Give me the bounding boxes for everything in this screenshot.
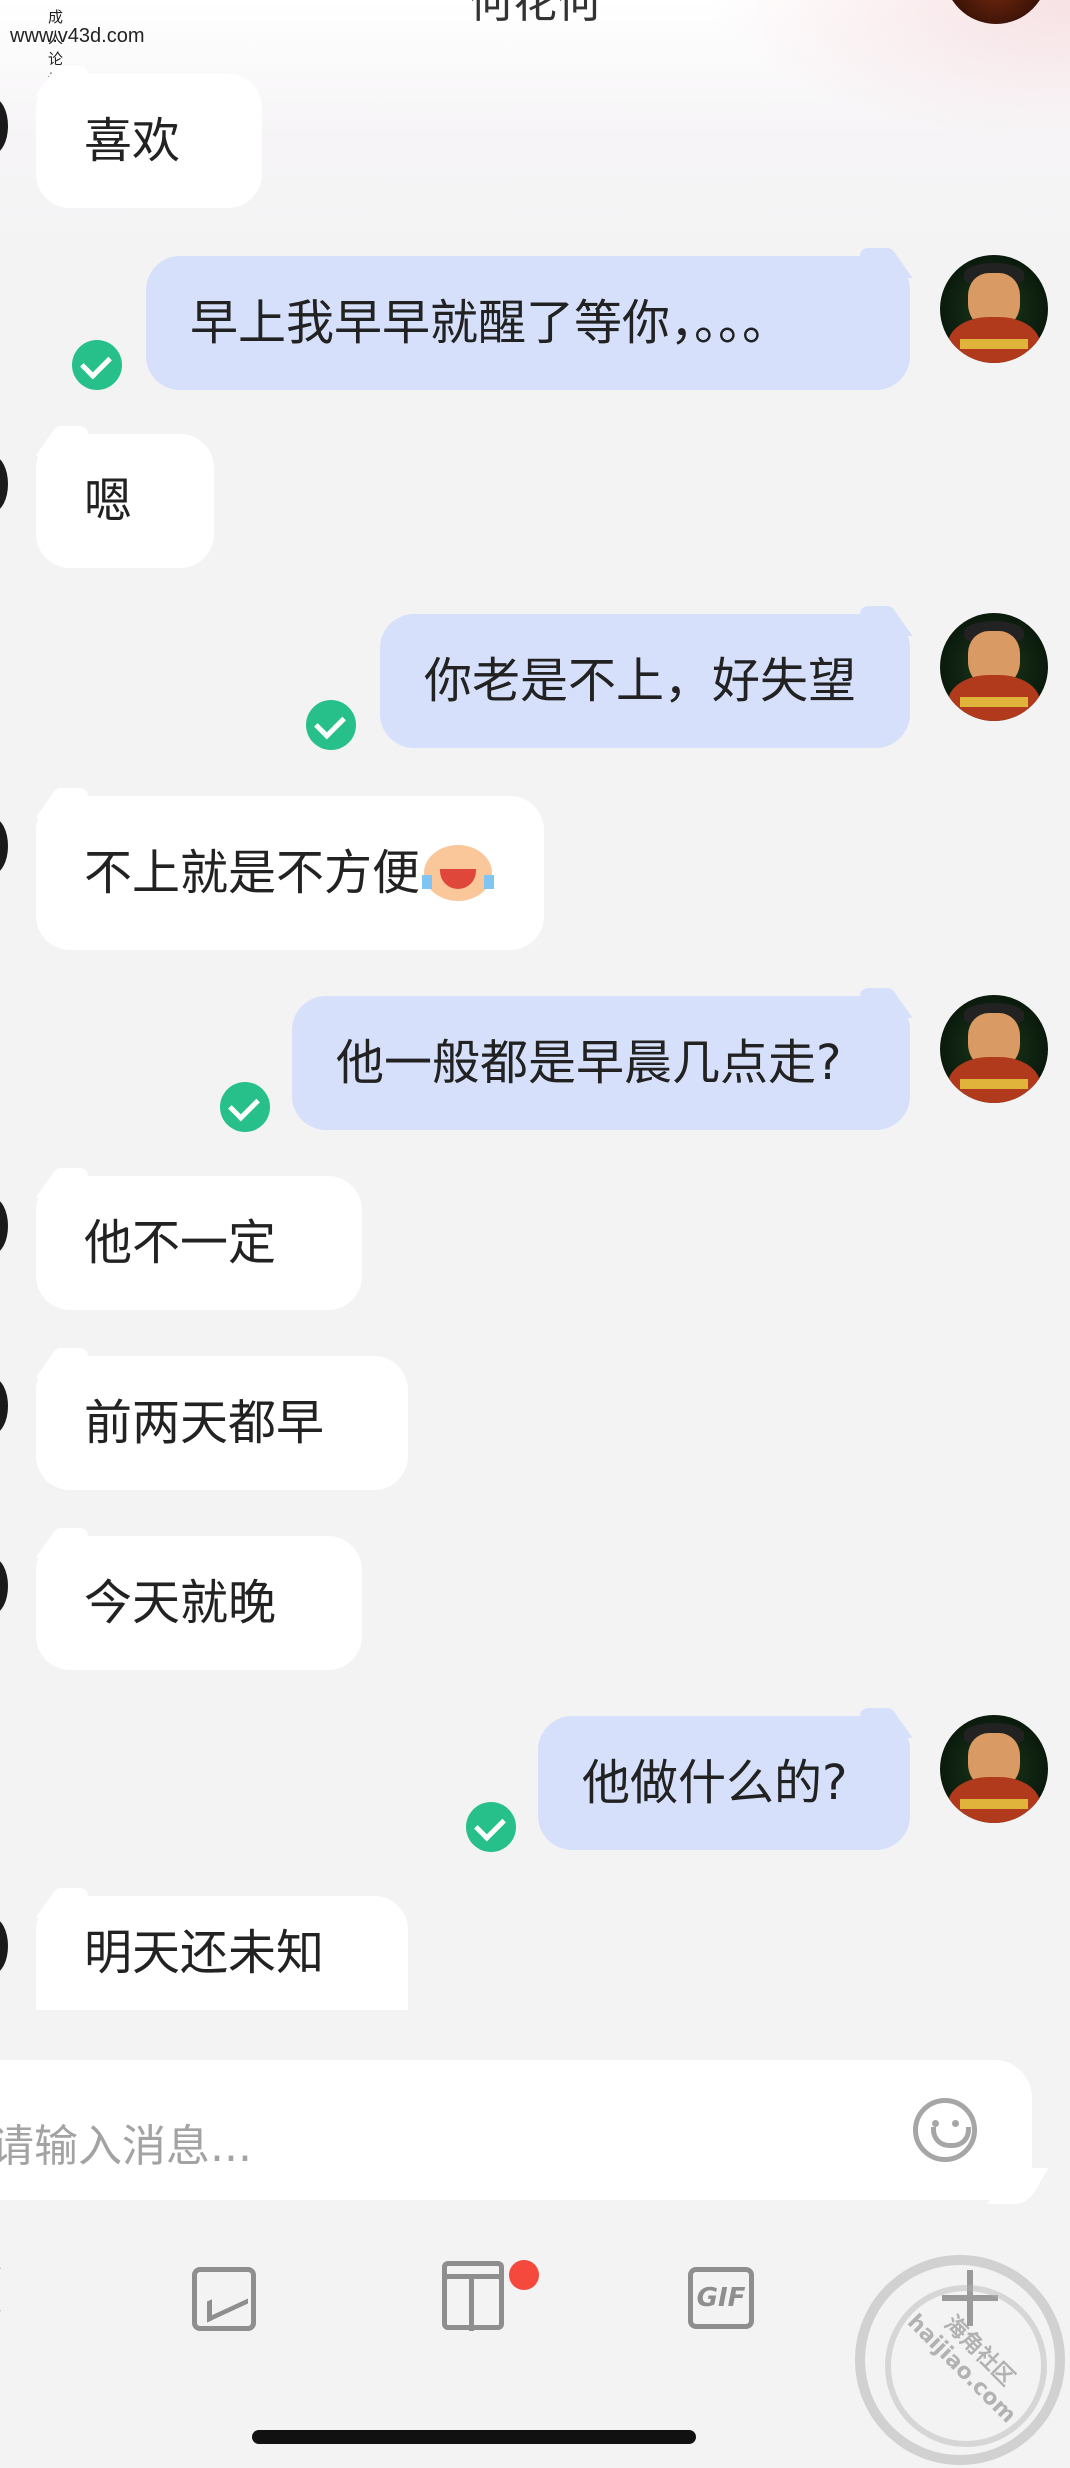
message-text: 嗯 [84, 473, 133, 529]
my-avatar[interactable] [940, 1715, 1048, 1823]
message-text: 你老是不上，好失望 [424, 653, 857, 709]
watermark-stamp-text: 海角社区 haijiao.com [901, 2309, 1021, 2429]
my-avatar[interactable] [940, 995, 1048, 1103]
message-bubble-incoming[interactable]: 不上就是不方便 [36, 796, 544, 950]
message-input[interactable]: 请输入消息... [0, 2060, 1032, 2200]
my-avatar[interactable] [940, 613, 1048, 721]
message-bubble-outgoing[interactable]: 他做什么的? [538, 1716, 910, 1850]
message-bubble-incoming[interactable]: 明天还未知 [36, 1896, 408, 2010]
message-text: 明天还未知 [84, 1925, 325, 1981]
message-input-placeholder: 请输入消息... [0, 2121, 252, 2172]
gift-icon[interactable] [442, 2261, 504, 2331]
laugh-cry-emoji-icon [422, 845, 495, 901]
gif-icon[interactable]: GIF [688, 2267, 754, 2329]
message-bubble-outgoing[interactable]: 早上我早早就醒了等你，。。。 [146, 256, 910, 390]
message-bubble-outgoing[interactable]: 他一般都是早晨几点走? [292, 996, 910, 1130]
emoji-picker-icon[interactable] [913, 2098, 977, 2162]
chat-title: 何花何 [469, 0, 601, 28]
contact-avatar-edge [0, 818, 8, 874]
watermark-stamp: 海角社区 haijiao.com [855, 2255, 1065, 2465]
message-text: 他不一定 [84, 1215, 277, 1271]
read-check-icon [306, 700, 356, 750]
contact-avatar-edge [0, 1378, 8, 1434]
message-text: 不上就是不方便 [84, 845, 421, 901]
read-check-icon [466, 1802, 516, 1852]
message-bubble-outgoing[interactable]: 你老是不上，好失望 [380, 614, 910, 748]
chevron-left-icon[interactable] [0, 2264, 23, 2315]
message-text: 喜欢 [84, 113, 181, 169]
message-text: 前两天都早 [84, 1395, 325, 1451]
message-bubble-incoming[interactable]: 今天就晚 [36, 1536, 362, 1670]
message-text: 早上我早早就醒了等你，。。。 [190, 295, 791, 351]
read-check-icon [72, 340, 122, 390]
message-bubble-incoming[interactable]: 他不一定 [36, 1176, 362, 1310]
message-text: 今天就晚 [84, 1575, 277, 1631]
message-text: 他一般都是早晨几点走? [336, 1035, 842, 1091]
watermark-site: www.v43d.com [10, 25, 145, 47]
image-icon[interactable] [192, 2267, 256, 2331]
message-bubble-incoming[interactable]: 嗯 [36, 434, 214, 568]
message-bubble-incoming[interactable]: 前两天都早 [36, 1356, 408, 1490]
contact-avatar-edge [0, 456, 8, 512]
read-check-icon [220, 1082, 270, 1132]
contact-avatar-edge [0, 1558, 8, 1614]
contact-avatar-edge [0, 1918, 8, 1974]
message-text: 他做什么的? [582, 1755, 848, 1811]
my-avatar[interactable] [940, 255, 1048, 363]
home-indicator[interactable] [252, 2430, 696, 2444]
contact-avatar-edge [0, 1198, 8, 1254]
gift-badge [509, 2260, 539, 2290]
message-bubble-incoming[interactable]: 喜欢 [36, 74, 262, 208]
